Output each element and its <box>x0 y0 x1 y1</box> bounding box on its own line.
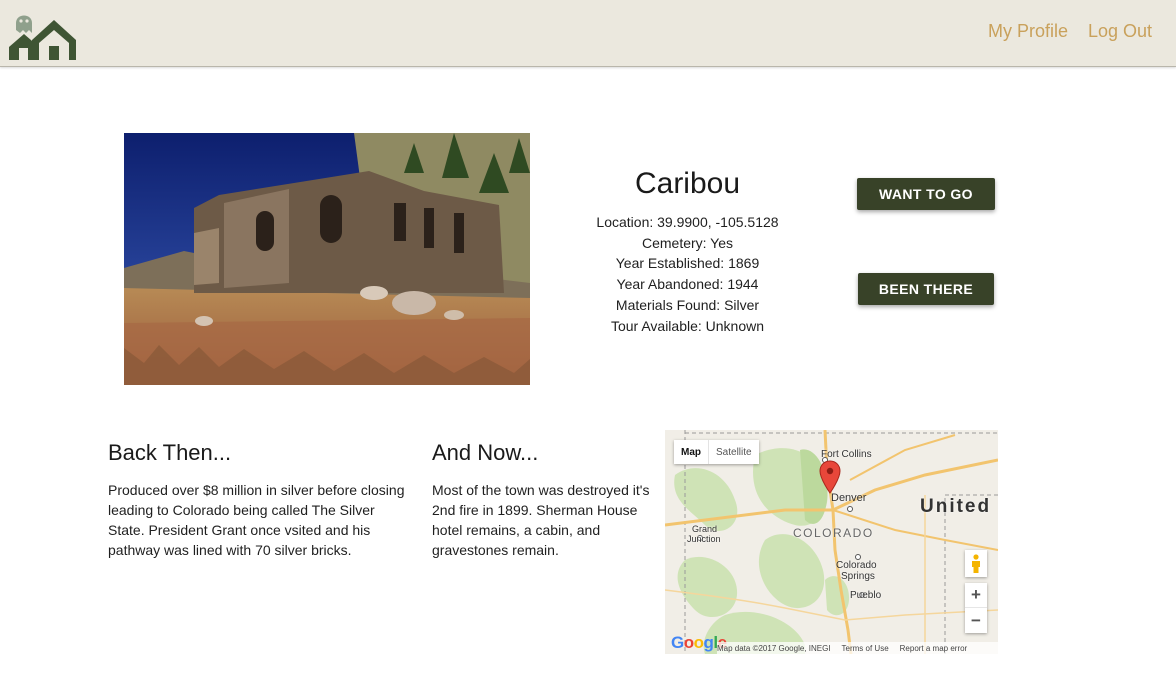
map-widget[interactable]: Map Satellite Fort Collins Denver Grand … <box>665 430 998 654</box>
map-label-pueblo: Pueblo <box>850 590 882 601</box>
map-label-fort-collins: Fort Collins <box>821 449 872 460</box>
fact-year-abandoned: Year Abandoned: 1944 <box>616 276 759 293</box>
map-label-junction: Junction <box>687 534 721 544</box>
zoom-out-button[interactable]: − <box>965 608 987 633</box>
map-label-united: United <box>920 496 992 517</box>
report-map-error-link[interactable]: Report a map error <box>900 644 968 653</box>
fact-tour-available: Tour Available: Unknown <box>610 317 765 334</box>
zoom-control: + − <box>965 583 987 633</box>
town-photo <box>124 133 530 385</box>
back-then-title: Back Then... <box>108 440 232 465</box>
street-view-pegman-icon[interactable] <box>965 550 987 577</box>
want-to-go-button[interactable]: WANT TO GO <box>857 178 995 210</box>
map-data-attribution: Map data ©2017 Google, INEGI <box>717 643 831 653</box>
my-profile-link[interactable]: My Profile <box>988 21 1068 42</box>
map-type-control: Map Satellite <box>674 440 759 464</box>
back-then-text: Produced over $8 million in silver befor… <box>108 482 405 558</box>
map-marker-icon[interactable] <box>819 460 841 494</box>
town-info: Caribou Location: 39.9900, -105.5128 Cem… <box>560 165 815 336</box>
town-name: Caribou <box>634 167 741 200</box>
map-type-map-button[interactable]: Map <box>674 440 708 464</box>
fact-location: Location: 39.9900, -105.5128 <box>596 214 779 230</box>
been-there-button[interactable]: BEEN THERE <box>858 273 994 305</box>
and-now-text: Most of the town was destroyed it's 2nd … <box>432 482 650 558</box>
zoom-in-button[interactable]: + <box>965 583 987 608</box>
terms-of-use-link[interactable]: Terms of Use <box>842 644 889 653</box>
map-footer: Map data ©2017 Google, INEGI Terms of Us… <box>717 642 998 654</box>
fact-cemetery: Cemetery: Yes <box>641 234 734 251</box>
map-label-grand: Grand <box>692 524 718 534</box>
map-type-satellite-button[interactable]: Satellite <box>708 440 759 464</box>
map-label-colorado-springs-1: Colorado <box>836 560 877 571</box>
log-out-link[interactable]: Log Out <box>1088 21 1152 42</box>
and-now-title: And Now... <box>432 440 539 465</box>
top-navbar: My Profile Log Out <box>0 0 1176 67</box>
ghost-town-houses-icon[interactable] <box>6 3 78 63</box>
fact-materials-found: Materials Found: Silver <box>615 296 760 313</box>
map-label-colorado-springs-2: Springs <box>841 571 875 582</box>
fact-year-established: Year Established: 1869 <box>615 255 760 272</box>
map-label-colorado: COLORADO <box>793 526 874 540</box>
